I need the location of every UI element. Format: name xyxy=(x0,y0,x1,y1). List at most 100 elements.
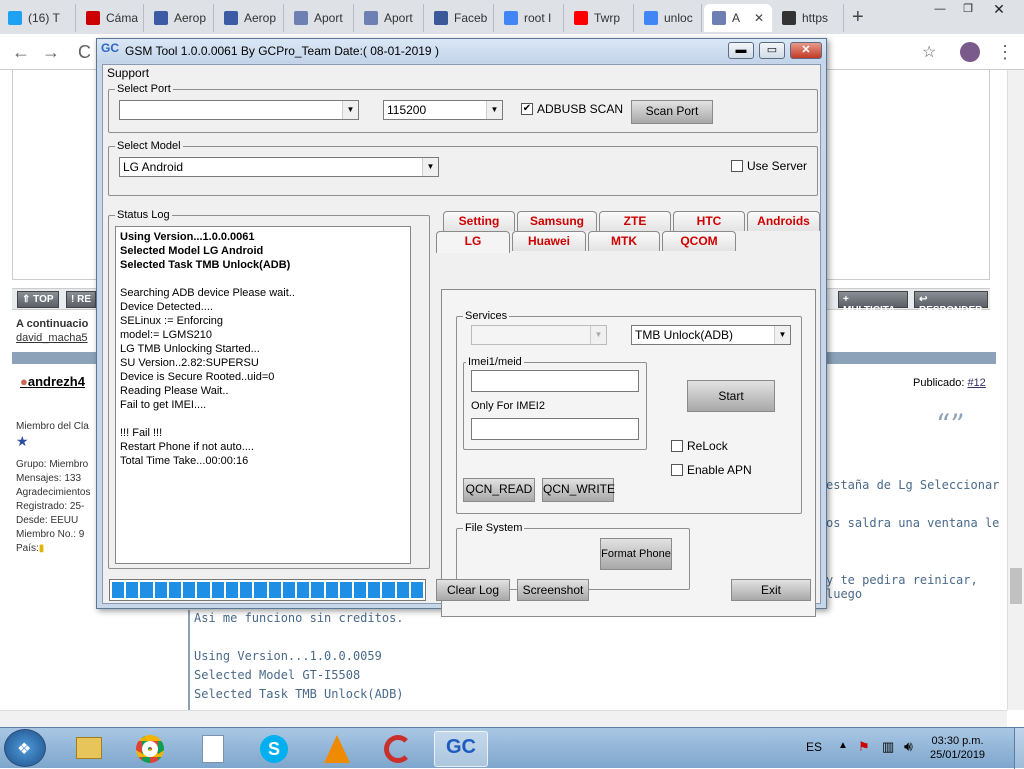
skype-icon: S xyxy=(260,735,288,763)
format-phone-button[interactable]: Format Phone xyxy=(600,538,672,570)
use-server-checkbox[interactable]: Use Server xyxy=(731,159,807,173)
system-clock[interactable]: 03:30 p.m. 25/01/2019 xyxy=(930,734,985,762)
maximize-icon[interactable]: ❐ xyxy=(956,0,980,20)
model-combo[interactable]: LG Android ▼ xyxy=(119,157,439,177)
multicita-button[interactable]: + MULTICITA xyxy=(838,291,908,316)
progress-segment xyxy=(282,582,296,598)
menu-dots-icon[interactable]: ⋮ xyxy=(996,42,1014,63)
back-icon[interactable]: ← xyxy=(12,42,30,63)
app-minimize-button[interactable]: ▬ xyxy=(728,42,754,59)
status-log-legend: Status Log xyxy=(117,209,170,221)
status-log-box[interactable]: Using Version...1.0.0.0061 Selected Mode… xyxy=(115,226,411,564)
clear-log-button[interactable]: Clear Log xyxy=(436,579,510,601)
post-text-4: Asi me funciono sin creditos. xyxy=(194,611,404,625)
tab-samsung[interactable]: Samsung xyxy=(517,211,597,231)
chrome-taskbar-button[interactable] xyxy=(124,731,178,767)
browser-tab[interactable]: Twrp xyxy=(566,4,634,32)
select-model-group: Select Model LG Android ▼ Use Server xyxy=(108,140,818,196)
browser-tab-label: unloc xyxy=(664,11,693,25)
qcn-write-button[interactable]: QCN_WRITE xyxy=(542,478,615,502)
new-tab-button[interactable]: + xyxy=(852,6,864,29)
browser-tab[interactable]: unloc xyxy=(636,4,702,32)
checkmark-icon: ✔ xyxy=(521,103,533,115)
reply-button[interactable]: ! RE xyxy=(66,291,97,308)
browser-tab[interactable]: https xyxy=(774,4,844,32)
tab-setting[interactable]: Setting xyxy=(443,211,515,231)
gc-logo-icon: GC xyxy=(101,41,119,55)
service-combo[interactable]: TMB Unlock(ADB) ▼ xyxy=(631,325,791,345)
close-tab-icon[interactable]: ✕ xyxy=(754,11,764,25)
user-link[interactable]: david_macha5 xyxy=(16,332,88,344)
exit-button[interactable]: Exit xyxy=(731,579,811,601)
progress-segment xyxy=(254,582,267,598)
browser-tab-label: Twrp xyxy=(594,11,621,25)
tab-htc[interactable]: HTC xyxy=(673,211,745,231)
services-legend: Services xyxy=(465,310,508,322)
browser-tab[interactable]: Faceb xyxy=(426,4,494,32)
app-maximize-button[interactable]: ▭ xyxy=(759,42,785,59)
tab-qcom[interactable]: QCOM xyxy=(662,231,736,251)
show-hidden-icons-icon[interactable]: ▲ xyxy=(838,740,848,751)
browser-tab-label: Faceb xyxy=(454,11,488,25)
port-combo[interactable]: ▼ xyxy=(119,100,359,120)
enable-apn-checkbox[interactable]: Enable APN xyxy=(671,463,752,477)
aport-icon xyxy=(712,11,726,25)
language-indicator[interactable]: ES xyxy=(806,740,822,754)
network-icon[interactable]: ▥ xyxy=(882,739,894,755)
tab-androids[interactable]: Androids xyxy=(747,211,820,231)
start-button[interactable]: ❖ xyxy=(4,729,46,767)
app-close-button[interactable]: ✕ xyxy=(790,42,822,59)
scan-port-button[interactable]: Scan Port xyxy=(631,100,713,124)
forward-icon[interactable]: → xyxy=(42,42,60,63)
browser-tab[interactable]: Aport xyxy=(356,4,424,32)
imei1-input[interactable] xyxy=(471,370,639,392)
post-text-5: Using Version...1.0.0.0059 xyxy=(194,649,382,663)
poster-username[interactable]: ●andrezh4 xyxy=(20,374,85,389)
tab-lg[interactable]: LG xyxy=(436,231,510,253)
menu-support[interactable]: Support xyxy=(107,66,149,80)
notepad-taskbar-button[interactable] xyxy=(186,731,240,767)
vlc-taskbar-button[interactable] xyxy=(310,731,364,767)
browser-tab[interactable]: Aerop xyxy=(146,4,214,32)
imei2-input[interactable] xyxy=(471,418,639,440)
skype-taskbar-button[interactable]: S xyxy=(248,731,302,767)
post-number-link[interactable]: #12 xyxy=(967,377,985,389)
action-center-flag-icon[interactable]: ⚑ xyxy=(858,739,870,755)
responder-button[interactable]: ↩ RESPONDER xyxy=(914,291,988,316)
close-icon[interactable]: ✕ xyxy=(984,0,1014,20)
explorer-taskbar-button[interactable] xyxy=(62,731,116,767)
gsm-tool-taskbar-button[interactable]: GC xyxy=(434,731,488,767)
tab-huawei[interactable]: Huawei xyxy=(512,231,586,251)
browser-tab[interactable]: Aport xyxy=(286,4,354,32)
browser-tab[interactable]: Aerop xyxy=(216,4,284,32)
page-vertical-scrollbar[interactable] xyxy=(1007,70,1024,710)
avatar[interactable] xyxy=(960,42,980,62)
bookmark-star-icon[interactable]: ☆ xyxy=(922,42,936,62)
show-desktop-button[interactable] xyxy=(1014,728,1024,769)
app-title-bar: GC GSM Tool 1.0.0.0061 By GCPro_Team Dat… xyxy=(97,39,826,63)
adbusb-scan-checkbox[interactable]: ✔ ADBUSB SCAN xyxy=(521,102,623,116)
page-horizontal-scrollbar[interactable] xyxy=(0,710,1007,727)
lg-tab-panel: Services ▼ TMB Unlock(ADB) ▼ Imei1/meid O… xyxy=(441,289,816,617)
baud-combo[interactable]: 115200 ▼ xyxy=(383,100,503,120)
tab-mtk[interactable]: MTK xyxy=(588,231,660,251)
browser-tab[interactable]: Cáma xyxy=(78,4,144,32)
imei-legend: Imei1/meid xyxy=(468,356,522,368)
qcn-read-button[interactable]: QCN_READ xyxy=(463,478,535,502)
browser-tab[interactable]: A ✕ xyxy=(704,4,772,32)
top-button[interactable]: ⇑ TOP xyxy=(17,291,59,308)
post-text-2: os saldra una ventana le xyxy=(826,516,1000,530)
progress-bar xyxy=(109,579,426,601)
published-label: Publicado: #12 xyxy=(913,377,986,389)
tab-zte[interactable]: ZTE xyxy=(599,211,671,231)
browser-tab[interactable]: root I xyxy=(496,4,564,32)
ccleaner-taskbar-button[interactable] xyxy=(372,731,426,767)
relock-checkbox[interactable]: ReLock xyxy=(671,439,728,453)
volume-icon[interactable]: 🔊︎ xyxy=(904,738,913,755)
minimize-icon[interactable]: — xyxy=(928,0,952,20)
start-button[interactable]: Start xyxy=(687,380,775,412)
screenshot-button[interactable]: Screenshot xyxy=(517,579,589,601)
chrome-icon xyxy=(136,735,164,763)
browser-tab[interactable]: (16) T xyxy=(0,4,76,32)
reload-icon[interactable]: C xyxy=(78,42,91,63)
